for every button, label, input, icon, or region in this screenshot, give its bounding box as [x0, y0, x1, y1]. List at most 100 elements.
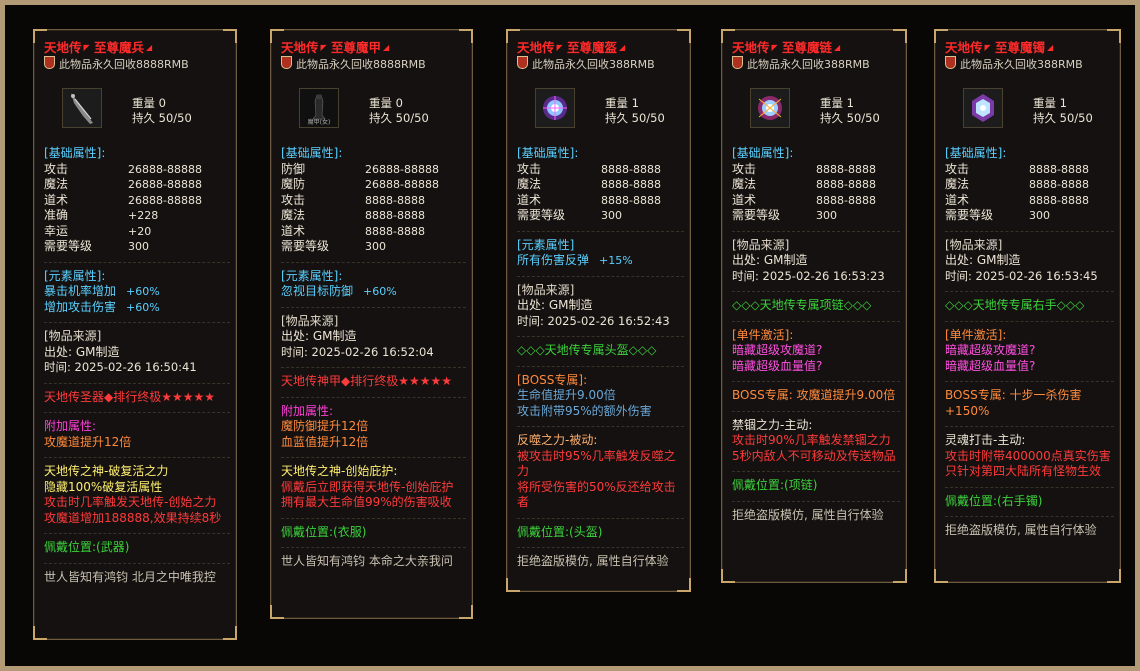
equip-slot: 佩戴位置:(武器)	[44, 540, 130, 554]
boss-header: [BOSS专属]:	[517, 372, 588, 387]
extra-attr-line: 攻魔道提升12倍	[44, 434, 132, 449]
attr-row: 幸运 +20	[44, 223, 152, 238]
attr-row: 道术 8888-8888	[281, 223, 425, 238]
god-skill-sub: 隐藏100%破复活属性	[44, 479, 163, 494]
weight-value: 0	[395, 96, 403, 110]
durability-value: 50/50	[395, 111, 429, 125]
attr-row: 攻击 8888-8888	[517, 161, 661, 176]
source-time: 时间: 2025-02-26 16:52:04	[281, 344, 434, 359]
equip-slot: 佩戴位置:(项链)	[732, 478, 818, 492]
weight-value: 1	[846, 96, 854, 110]
extra-attr-header: 附加属性:	[44, 419, 97, 433]
basic-attr-header: [基础属性]:	[281, 146, 343, 160]
element-attr-row: 忽视目标防御 +60%	[281, 284, 397, 298]
single-activation-line: 暗藏超级攻魔道?	[945, 343, 1036, 357]
attr-row: 需要等级 300	[517, 208, 622, 222]
footer-motto: 拒绝盗版模仿, 属性自行体验	[517, 554, 669, 568]
armor-icon[interactable]: 魔甲(女)	[299, 88, 339, 128]
recycle-note: 此物品永久回收388RMB	[517, 56, 684, 72]
god-skill-desc: 佩戴后立即获得天地传-创始庇护	[281, 479, 454, 494]
item-tooltip-bracelet: 天地传 ◤ 至尊魔镯 ◢ 此物品永久回收388RMB 重量 1 持久 50/50 […	[934, 29, 1121, 583]
recycle-note: 此物品永久回收388RMB	[945, 56, 1114, 72]
attr-row: 防御 26888-88888	[281, 161, 439, 176]
item-tooltip-necklace: 天地传 ◤ 至尊魔链 ◢ 此物品永久回收388RMB 重量 1 持久 50/50 […	[721, 29, 907, 583]
source-origin: 出处: GM制造	[945, 253, 1021, 267]
item-tooltip-weapon: 天地传 ◤ 至尊魔兵 ◢ 此物品永久回收8888RMB 重量 0 持久 50/50 …	[33, 29, 237, 640]
item-title: 天地传 ◤ 至尊魔镯 ◢	[945, 40, 1054, 55]
footer-motto: 拒绝盗版模仿, 属性自行体验	[945, 523, 1097, 537]
god-skill-desc: 攻击时几率触发天地传-创始之力	[44, 495, 217, 509]
single-activation-header: [单件激活]:	[732, 327, 794, 342]
weight-value: 0	[158, 96, 166, 110]
skill-title: 反噬之力-被动:	[517, 433, 598, 447]
skill-desc: 只针对第四大陆所有怪物生效	[945, 464, 1102, 478]
source-origin: 出处: GM制造	[517, 298, 593, 312]
source-origin: 出处: GM制造	[44, 344, 120, 359]
attr-row: 攻击 8888-8888	[732, 161, 876, 176]
helmet-icon[interactable]	[535, 88, 575, 128]
source-header: [物品来源]	[945, 237, 1003, 252]
god-skill-title: 天地传之神-创始庇护:	[281, 464, 398, 478]
equip-slot: 佩戴位置:(头盔)	[517, 524, 603, 539]
attr-row: 道术 26888-88888	[44, 192, 202, 207]
source-origin: 出处: GM制造	[281, 329, 357, 343]
equip-slot: 佩戴位置:(衣服)	[281, 524, 367, 539]
skill-desc: 被攻击时95%几率触发反噬之力	[517, 448, 676, 479]
durability-value: 50/50	[846, 111, 880, 125]
durability-value: 50/50	[631, 111, 665, 125]
basic-attr-header: [基础属性]:	[44, 146, 106, 160]
weapon-icon[interactable]	[62, 88, 102, 128]
item-title: 天地传 ◤ 至尊魔兵 ◢	[44, 40, 153, 55]
god-skill-title: 天地传之神-破复活之力	[44, 464, 169, 478]
source-origin: 出处: GM制造	[732, 253, 808, 267]
single-activation-line: 暗藏超级攻魔道?	[732, 343, 823, 357]
skill-desc: 5秒内敌人不可移动及传送物品	[732, 448, 896, 463]
element-attr-header: [元素属性]:	[281, 268, 343, 283]
boss-line: 生命值提升9.00倍	[517, 388, 616, 402]
source-header: [物品来源]	[281, 313, 339, 328]
item-title: 天地传 ◤ 至尊魔甲 ◢	[281, 40, 390, 55]
attr-row: 道术 8888-8888	[945, 192, 1089, 207]
rank-line: 天地传神甲◆排行终极★★★★★	[281, 374, 453, 388]
attr-row: 魔法 8888-8888	[281, 208, 425, 222]
weight-value: 1	[631, 96, 639, 110]
item-tooltip-armor: 天地传 ◤ 至尊魔甲 ◢ 此物品永久回收8888RMB 魔甲(女) 重量 0 持久 …	[270, 29, 473, 619]
item-title: 天地传 ◤ 至尊魔链 ◢	[732, 40, 841, 55]
skill-title: 灵魂打击-主动:	[945, 433, 1026, 447]
extra-attr-line: 血蓝值提升12倍	[281, 434, 369, 449]
item-title: 天地传 ◤ 至尊魔盔 ◢	[517, 40, 626, 55]
attr-row: 准确 +228	[44, 208, 159, 222]
source-header: [物品来源]	[732, 237, 790, 252]
exclusive-line: ◇◇◇天地传专属项链◇◇◇	[732, 298, 872, 312]
item-tooltip-helmet: 天地传 ◤ 至尊魔盔 ◢ 此物品永久回收388RMB 重量 1 持久 50/50 […	[506, 29, 691, 592]
recycle-note: 此物品永久回收388RMB	[732, 56, 900, 72]
basic-attr-header: [基础属性]:	[732, 146, 794, 160]
bracelet-icon[interactable]	[963, 88, 1003, 128]
skill-title: 禁锢之力-主动:	[732, 417, 813, 432]
recycle-note: 此物品永久回收8888RMB	[281, 56, 466, 72]
source-header: [物品来源]	[44, 329, 102, 343]
element-attr-row: 增加攻击伤害 +60%	[44, 299, 160, 314]
shield-icon	[44, 56, 55, 69]
attr-row: 道术 8888-8888	[517, 192, 661, 207]
boss-line: 攻击附带95%的额外伤害	[517, 403, 652, 418]
element-attr-header: [元素属性]	[517, 237, 575, 252]
element-attr-row: 所有伤害反弹 +15%	[517, 253, 633, 267]
boss-line: BOSS专属: 攻魔道提升9.00倍	[732, 388, 896, 402]
attr-row: 魔法 8888-8888	[517, 177, 661, 191]
extra-attr-header: 附加属性:	[281, 403, 334, 418]
god-skill-desc: 攻魔道增加188888,效果持续8秒	[44, 510, 222, 525]
attr-row: 攻击 26888-88888	[44, 161, 202, 176]
element-attr-header: [元素属性]:	[44, 268, 106, 283]
boss-line: BOSS专属: 十步一杀伤害+150%	[945, 388, 1082, 418]
basic-attr-header: [基础属性]:	[517, 146, 579, 160]
attr-row: 攻击 8888-8888	[281, 192, 425, 207]
god-skill-desc: 拥有最大生命值99%的伤害吸收	[281, 495, 452, 509]
shield-icon	[732, 56, 743, 69]
recycle-note: 此物品永久回收8888RMB	[44, 56, 230, 72]
footer-motto: 世人皆知有鸿钧 北月之中唯我控	[44, 569, 216, 584]
extra-attr-line: 魔防御提升12倍	[281, 419, 369, 433]
attr-row: 攻击 8888-8888	[945, 161, 1089, 176]
shield-icon	[281, 56, 292, 69]
necklace-icon[interactable]	[750, 88, 790, 128]
